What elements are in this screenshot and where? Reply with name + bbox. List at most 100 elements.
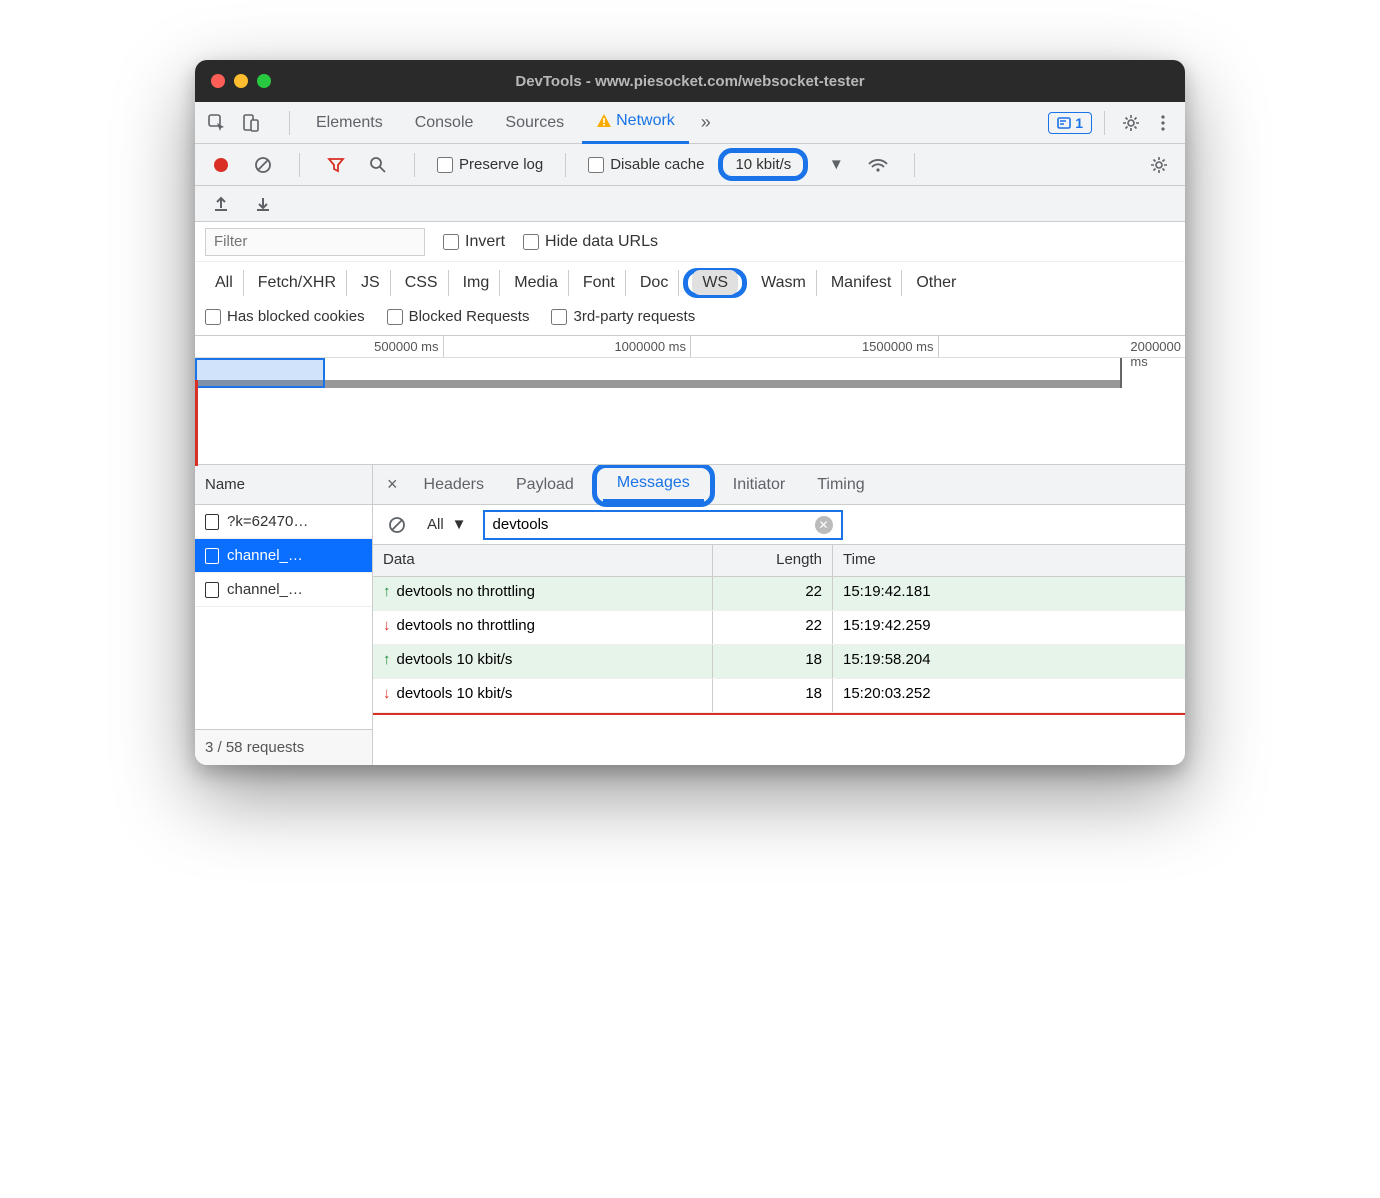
clear-messages-icon[interactable] <box>383 511 411 539</box>
filter-toggle-icon[interactable] <box>322 151 350 179</box>
request-name: ?k=62470… <box>227 513 308 530</box>
timeline-tick: 1500000 ms <box>862 339 938 354</box>
type-all[interactable]: All <box>205 270 244 296</box>
filter-input[interactable] <box>205 228 425 256</box>
network-settings-gear-icon[interactable] <box>1145 151 1173 179</box>
messages-filter-dropdown[interactable]: All ▼ <box>421 514 473 535</box>
type-manifest[interactable]: Manifest <box>821 270 902 296</box>
maximize-window-button[interactable] <box>257 74 271 88</box>
request-row[interactable]: channel_… <box>195 539 372 573</box>
tab-network[interactable]: Network <box>582 102 689 144</box>
close-window-button[interactable] <box>211 74 225 88</box>
disable-cache-checkbox[interactable]: Disable cache <box>588 156 704 173</box>
close-detail-icon[interactable]: × <box>379 474 406 495</box>
col-length[interactable]: Length <box>713 545 833 576</box>
blocked-requests-checkbox[interactable]: Blocked Requests <box>387 308 530 325</box>
file-icon <box>205 514 219 530</box>
tab-elements[interactable]: Elements <box>302 102 397 144</box>
record-button[interactable] <box>207 151 235 179</box>
traffic-lights <box>211 74 271 88</box>
messages-table-header: Data Length Time <box>373 545 1185 577</box>
request-row[interactable]: ?k=62470… <box>195 505 372 539</box>
separator <box>289 111 290 135</box>
titlebar: DevTools - www.piesocket.com/websocket-t… <box>195 60 1185 102</box>
file-icon <box>205 548 219 564</box>
timeline-selection[interactable] <box>195 358 325 388</box>
requests-footer: 3 / 58 requests <box>195 729 372 765</box>
inspect-element-icon[interactable] <box>203 109 231 137</box>
chevron-down-icon: ▼ <box>452 516 467 533</box>
arrow-up-icon: ↑ <box>383 651 397 668</box>
separator <box>414 153 415 177</box>
messages-search-box[interactable]: ✕ <box>483 510 843 540</box>
messages-search-input[interactable] <box>493 516 815 533</box>
message-row[interactable]: ↓devtools 10 kbit/s 18 15:20:03.252 <box>373 679 1185 713</box>
request-name: channel_… <box>227 547 303 564</box>
detail-tabs: × Headers Payload Messages Initiator Tim… <box>373 465 1185 505</box>
more-tabs-icon[interactable]: » <box>693 112 719 133</box>
type-fetch-xhr[interactable]: Fetch/XHR <box>248 270 347 296</box>
detail-tab-payload[interactable]: Payload <box>502 465 588 505</box>
hide-data-urls-checkbox[interactable]: Hide data URLs <box>523 233 658 251</box>
separator <box>565 153 566 177</box>
type-wasm[interactable]: Wasm <box>751 270 817 296</box>
preserve-log-checkbox[interactable]: Preserve log <box>437 156 543 173</box>
timeline-ruler: 500000 ms 1000000 ms 1500000 ms 2000000 … <box>195 336 1185 358</box>
type-other[interactable]: Other <box>906 270 966 296</box>
import-har-icon[interactable] <box>249 190 277 218</box>
invert-checkbox[interactable]: Invert <box>443 233 505 251</box>
type-font[interactable]: Font <box>573 270 626 296</box>
detail-pane: × Headers Payload Messages Initiator Tim… <box>373 465 1185 765</box>
network-conditions-icon[interactable] <box>864 151 892 179</box>
separator <box>914 153 915 177</box>
type-media[interactable]: Media <box>504 270 569 296</box>
type-filters: All Fetch/XHR JS CSS Img Media Font Doc … <box>195 262 1185 304</box>
warning-icon <box>596 113 612 129</box>
message-row[interactable]: ↓devtools no throttling 22 15:19:42.259 <box>373 611 1185 645</box>
detail-tab-messages[interactable]: Messages <box>603 468 704 502</box>
type-ws[interactable]: WS <box>692 270 738 295</box>
settings-gear-icon[interactable] <box>1117 109 1145 137</box>
col-data[interactable]: Data <box>373 545 713 576</box>
tab-console[interactable]: Console <box>401 102 488 144</box>
third-party-checkbox[interactable]: 3rd-party requests <box>551 308 695 325</box>
arrow-down-icon: ↓ <box>383 685 397 702</box>
request-name: channel_… <box>227 581 303 598</box>
detail-tab-timing[interactable]: Timing <box>803 465 878 505</box>
clear-search-icon[interactable]: ✕ <box>815 516 833 534</box>
issues-badge[interactable]: 1 <box>1048 112 1092 134</box>
type-ws-highlight: WS <box>683 268 747 298</box>
throttling-caret-icon[interactable]: ▼ <box>822 151 850 179</box>
type-css[interactable]: CSS <box>395 270 449 296</box>
timeline-load-line <box>195 380 198 466</box>
timeline-body <box>195 358 1185 466</box>
search-icon[interactable] <box>364 151 392 179</box>
device-toggle-icon[interactable] <box>237 109 265 137</box>
minimize-window-button[interactable] <box>234 74 248 88</box>
throttling-dropdown[interactable]: 10 kbit/s <box>718 148 808 181</box>
message-row[interactable]: ↑devtools 10 kbit/s 18 15:19:58.204 <box>373 645 1185 679</box>
messages-end-marker <box>373 713 1185 715</box>
issues-icon <box>1057 116 1071 130</box>
detail-tab-initiator[interactable]: Initiator <box>719 465 799 505</box>
type-img[interactable]: Img <box>453 270 501 296</box>
has-blocked-cookies-checkbox[interactable]: Has blocked cookies <box>205 308 365 325</box>
separator <box>1104 111 1105 135</box>
export-har-icon[interactable] <box>207 190 235 218</box>
col-time[interactable]: Time <box>833 545 1185 576</box>
request-row[interactable]: channel_… <box>195 573 372 607</box>
timeline-tick: 500000 ms <box>374 339 442 354</box>
type-doc[interactable]: Doc <box>630 270 679 296</box>
timeline-overview[interactable]: 500000 ms 1000000 ms 1500000 ms 2000000 … <box>195 335 1185 465</box>
panel-tabs: Elements Console Sources Network » 1 <box>195 102 1185 144</box>
requests-header[interactable]: Name <box>195 465 372 505</box>
requests-pane: Name ?k=62470… channel_… channel_… 3 / 5… <box>195 465 373 765</box>
type-js[interactable]: JS <box>351 270 391 296</box>
messages-toolbar: All ▼ ✕ <box>373 505 1185 545</box>
detail-tab-headers[interactable]: Headers <box>410 465 498 505</box>
network-split: Name ?k=62470… channel_… channel_… 3 / 5… <box>195 465 1185 765</box>
tab-sources[interactable]: Sources <box>491 102 578 144</box>
clear-icon[interactable] <box>249 151 277 179</box>
kebab-menu-icon[interactable] <box>1149 109 1177 137</box>
message-row[interactable]: ↑devtools no throttling 22 15:19:42.181 <box>373 577 1185 611</box>
